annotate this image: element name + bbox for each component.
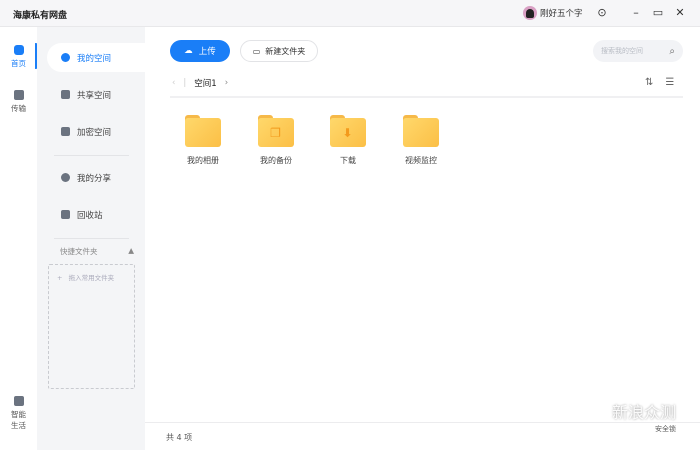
minimize-icon[interactable]: – [630, 7, 642, 19]
download-folder-icon: ⬇ [330, 115, 366, 147]
rail-item-home[interactable]: 首页 [0, 45, 37, 69]
folder-item[interactable]: ❐ 我的备份 [246, 115, 306, 166]
folder-icon [403, 115, 439, 147]
maximize-icon[interactable]: ▭ [652, 7, 664, 19]
app-title: 海康私有网盘 [13, 11, 68, 21]
divider [170, 96, 683, 98]
sidebar-item-my-shares[interactable]: 我的分享 [47, 163, 145, 192]
sidebar-item-encrypted-space[interactable]: 加密空间 [47, 117, 145, 146]
watermark: 新浪众测 安全锁 [612, 403, 677, 434]
sidebar-item-shared-space[interactable]: 共享空间 [47, 80, 145, 109]
sidebar-item-recycle-bin[interactable]: 回收站 [47, 200, 145, 229]
folder-item[interactable]: 我的相册 [173, 115, 233, 166]
settings-icon[interactable]: ⊙ [596, 7, 608, 19]
divider [54, 155, 129, 156]
collapse-icon[interactable]: ▲ [128, 246, 134, 257]
chevron-right-icon: › [224, 78, 229, 88]
rail-item-transfer[interactable]: 传输 [0, 90, 37, 114]
quick-folders-header[interactable]: 快捷文件夹 ▲ [60, 246, 134, 257]
folder-icon [185, 115, 221, 147]
breadcrumb-current[interactable]: 空间1 [194, 77, 216, 89]
back-icon[interactable]: ‹ [172, 78, 175, 88]
search-input[interactable]: 搜索我的空间 ⌕ [593, 40, 683, 62]
upload-button[interactable]: ☁ 上传 [170, 40, 230, 62]
folder-item[interactable]: 视频监控 [391, 115, 451, 166]
transfer-icon [13, 90, 24, 100]
shield-icon [61, 127, 70, 136]
view-controls: ⇅ ☰ [645, 77, 674, 88]
nav-rail: 首页 传输 智能生活 [0, 27, 37, 450]
sidebar-item-my-space[interactable]: 我的空间 [47, 43, 145, 72]
username: 刚好五个字 [540, 9, 583, 19]
sidebar: 我的空间 共享空间 加密空间 我的分享 回收站 快捷文件夹 ▲ + 拖入常用文件夹 [37, 27, 145, 450]
plus-icon: + [57, 274, 63, 282]
my-space-icon [61, 53, 70, 62]
new-folder-icon: ▭ [252, 46, 261, 56]
share-icon [61, 173, 70, 182]
breadcrumb: ‹ | 空间1 › [172, 77, 229, 89]
list-view-icon[interactable]: ☰ [665, 77, 674, 88]
main-content: ☁ 上传 ▭ 新建文件夹 搜索我的空间 ⌕ ‹ | 空间1 › ⇅ ☰ 我的相册 ❐ 我… [145, 27, 700, 450]
search-icon[interactable]: ⌕ [669, 46, 675, 57]
folder-item[interactable]: ⬇ 下载 [318, 115, 378, 166]
user-profile[interactable]: 刚好五个字 [523, 6, 583, 20]
trash-icon [61, 210, 70, 219]
cloud-upload-icon: ☁ [184, 46, 193, 56]
home-icon [13, 45, 24, 55]
smart-life-icon [13, 396, 24, 406]
sort-icon[interactable]: ⇅ [645, 77, 653, 88]
item-count: 共 4 项 [166, 433, 193, 442]
backup-folder-icon: ❐ [258, 115, 294, 147]
quick-folders-dropzone[interactable]: + 拖入常用文件夹 [48, 264, 135, 389]
divider [54, 238, 129, 239]
rail-item-smart-life[interactable]: 智能生活 [0, 396, 37, 431]
new-folder-button[interactable]: ▭ 新建文件夹 [240, 40, 318, 62]
avatar [523, 6, 537, 20]
close-icon[interactable]: ✕ [674, 7, 686, 19]
shared-users-icon [61, 90, 70, 99]
title-bar: 海康私有网盘 刚好五个字 ⊙ – ▭ ✕ [0, 0, 700, 27]
